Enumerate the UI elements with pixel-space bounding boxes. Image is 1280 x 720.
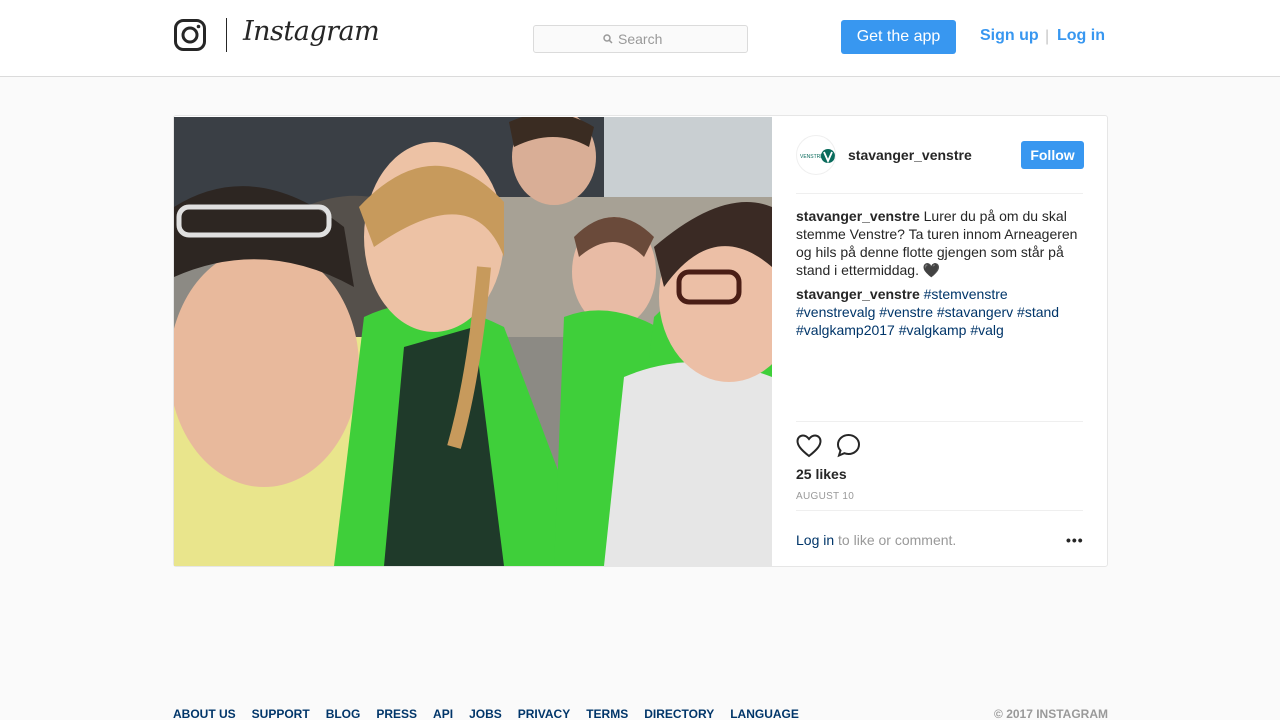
footer-link-api[interactable]: API: [433, 706, 453, 720]
post-photo[interactable]: [174, 117, 772, 566]
hashtag-link[interactable]: #stavangerv: [937, 304, 1013, 320]
instagram-wordmark[interactable]: Instagram: [243, 16, 380, 47]
footer: ABOUT US SUPPORT BLOG PRESS API JOBS PRI…: [173, 706, 1108, 720]
hashtag-link[interactable]: #valg: [970, 322, 1003, 338]
footer-link-terms[interactable]: TERMS: [586, 706, 628, 720]
post-card: VENSTRE stavanger_venstre Follow stavang…: [173, 115, 1108, 567]
hashtag-link[interactable]: #venstre: [879, 304, 933, 320]
auth-separator: |: [1045, 28, 1050, 45]
logo-divider: [226, 18, 227, 52]
log-in-link[interactable]: Log in: [1057, 27, 1105, 45]
footer-link-jobs[interactable]: JOBS: [469, 706, 502, 720]
divider: [796, 193, 1083, 194]
footer-links: ABOUT US SUPPORT BLOG PRESS API JOBS PRI…: [173, 706, 1108, 720]
divider: [796, 421, 1083, 422]
hashtag-link[interactable]: #valgkamp: [899, 322, 967, 338]
heart-icon[interactable]: [796, 434, 822, 458]
hashtag-link[interactable]: #stand: [1017, 304, 1059, 320]
more-options-icon[interactable]: •••: [1066, 532, 1084, 548]
comment-username[interactable]: stavanger_venstre: [796, 286, 920, 302]
copyright: © 2017 INSTAGRAM: [994, 707, 1108, 720]
footer-link-language[interactable]: LANGUAGE: [730, 706, 799, 720]
hashtag-link[interactable]: #venstrevalg: [796, 304, 875, 320]
follow-button[interactable]: Follow: [1021, 141, 1084, 169]
login-to-like-link[interactable]: Log in: [796, 532, 834, 548]
footer-link-support[interactable]: SUPPORT: [252, 706, 310, 720]
avatar-logo-text: VENSTRE: [800, 154, 824, 160]
instagram-camera-icon[interactable]: [174, 19, 206, 51]
footer-link-blog[interactable]: BLOG: [326, 706, 361, 720]
venstre-logo-icon: VENSTRE: [800, 149, 835, 164]
search-box[interactable]: [533, 25, 748, 53]
caption-username[interactable]: stavanger_venstre: [796, 208, 920, 224]
sign-up-link[interactable]: Sign up: [980, 27, 1039, 45]
selfie-illustration: [174, 117, 772, 566]
footer-link-privacy[interactable]: PRIVACY: [518, 706, 570, 720]
comment-icon[interactable]: [836, 433, 861, 458]
post-sidebar: VENSTRE stavanger_venstre Follow stavang…: [796, 116, 1084, 566]
author-avatar[interactable]: VENSTRE: [796, 135, 836, 175]
author-username[interactable]: stavanger_venstre: [848, 147, 972, 163]
hashtag-link[interactable]: #stemvenstre: [924, 286, 1008, 302]
top-nav: Instagram Get the app Sign up | Log in: [0, 0, 1280, 77]
footer-link-press[interactable]: PRESS: [376, 706, 417, 720]
hashtag-link[interactable]: #valgkamp2017: [796, 322, 895, 338]
post-author-row: VENSTRE stavanger_venstre Follow: [796, 135, 1084, 175]
divider: [796, 510, 1083, 511]
post-date[interactable]: AUGUST 10: [796, 491, 854, 502]
footer-link-about-us[interactable]: ABOUT US: [173, 706, 236, 720]
likes-count[interactable]: 25 likes: [796, 466, 847, 482]
login-prompt-text: to like or comment.: [834, 532, 957, 548]
get-the-app-button[interactable]: Get the app: [841, 20, 956, 54]
post-caption: stavanger_venstre Lurer du på om du skal…: [796, 207, 1083, 279]
search-icon: [603, 34, 613, 44]
login-prompt: Log in to like or comment.: [796, 532, 956, 548]
search-input[interactable]: [618, 31, 678, 47]
footer-link-directory[interactable]: DIRECTORY: [644, 706, 714, 720]
hashtag-comment: stavanger_venstre #stemvenstre #venstrev…: [796, 285, 1083, 339]
